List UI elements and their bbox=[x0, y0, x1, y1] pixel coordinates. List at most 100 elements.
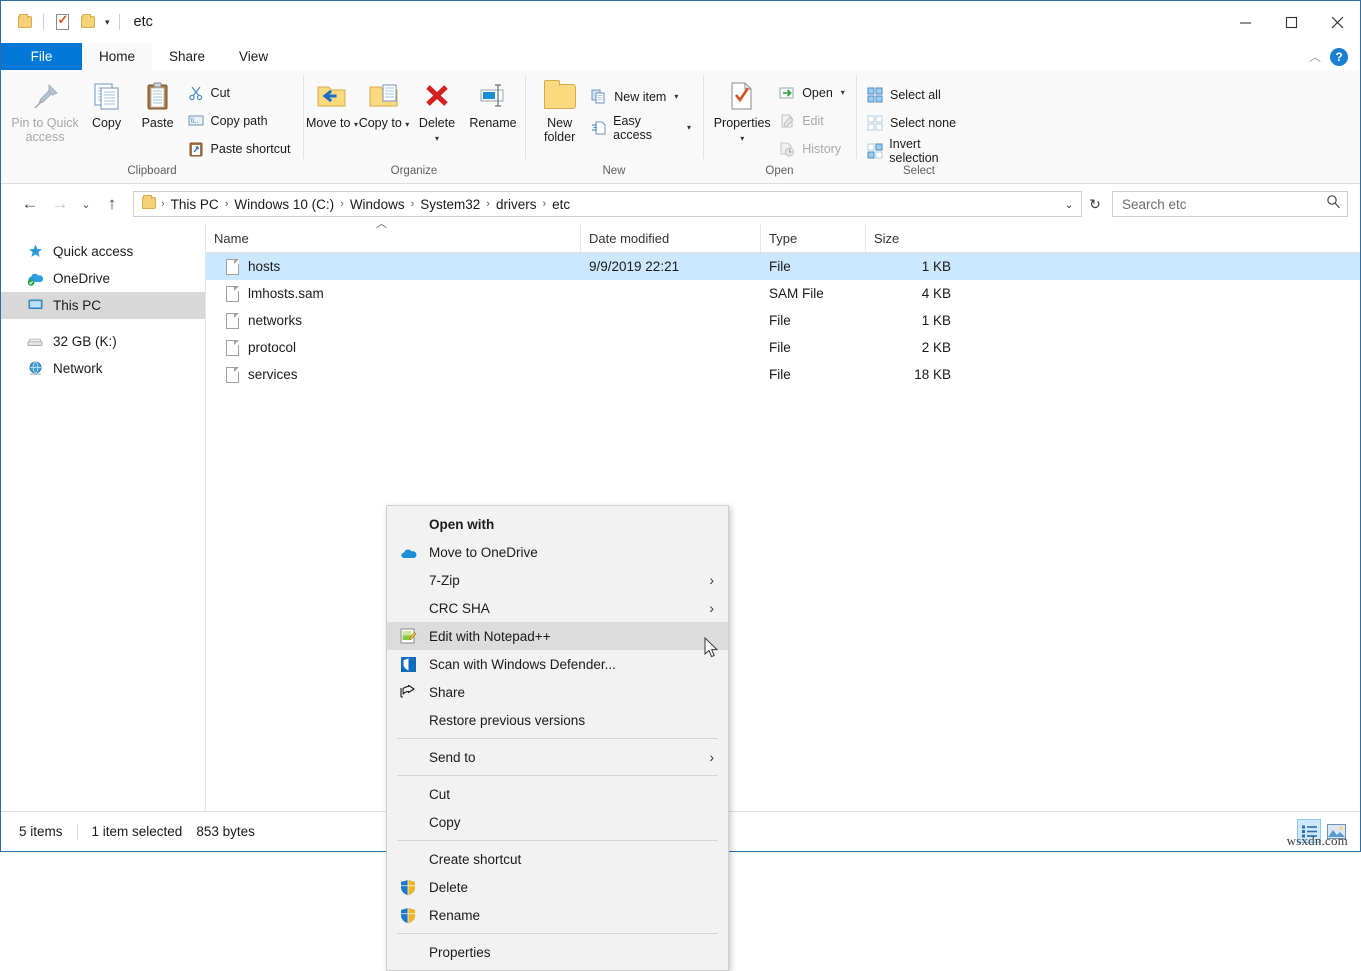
menu-item-crc-sha[interactable]: CRC SHA › bbox=[387, 594, 728, 622]
chevron-down-icon: ▾ bbox=[840, 88, 845, 97]
menu-item-edit-with-notepad-plus-plus[interactable]: Edit with Notepad++ bbox=[387, 622, 728, 650]
file-icon bbox=[226, 285, 239, 302]
move-to-button[interactable]: Move to ▾ bbox=[306, 74, 358, 132]
search-icon[interactable] bbox=[1326, 194, 1341, 214]
forward-arrow-icon[interactable]: → bbox=[45, 190, 75, 218]
delete-button[interactable]: Delete ▾ bbox=[410, 74, 464, 145]
table-row[interactable]: hosts 9/9/2019 22:21 File 1 KB bbox=[206, 253, 1360, 280]
help-icon[interactable]: ? bbox=[1330, 47, 1348, 66]
easy-access-button[interactable]: Easy access ▾ bbox=[587, 113, 696, 142]
properties-icon bbox=[728, 79, 756, 113]
sidebar-item-32-gb-k[interactable]: 32 GB (K:) bbox=[1, 328, 205, 355]
select-all-button[interactable]: Select all bbox=[863, 82, 975, 107]
tab-home[interactable]: Home bbox=[82, 43, 153, 70]
ribbon-group-organize: Move to ▾ Copy to ▾ Delete ▾ Rename Orga… bbox=[303, 70, 525, 183]
column-header-date-modified[interactable]: Date modified bbox=[581, 224, 761, 252]
properties-check-icon[interactable] bbox=[49, 9, 75, 35]
chevron-up-icon[interactable]: ︿ bbox=[1309, 48, 1321, 65]
minimize-button[interactable] bbox=[1222, 1, 1268, 43]
menu-item-copy[interactable]: Copy bbox=[387, 808, 728, 836]
close-button[interactable] bbox=[1314, 1, 1360, 43]
rename-button[interactable]: Rename bbox=[464, 74, 522, 131]
pin-to-quick-access-button[interactable]: Pin to Quick access bbox=[9, 74, 82, 144]
cut-button[interactable]: Cut bbox=[184, 80, 296, 105]
breadcrumb-item-windows[interactable]: Windows bbox=[345, 197, 410, 212]
menu-item-scan-with-windows-defender[interactable]: Scan with Windows Defender... bbox=[387, 650, 728, 678]
menu-item-move-to-onedrive[interactable]: Move to OneDrive bbox=[387, 538, 728, 566]
column-header-size[interactable]: Size bbox=[866, 224, 959, 252]
copy-to-button[interactable]: Copy to ▾ bbox=[358, 74, 410, 132]
sidebar-item-this-pc[interactable]: This PC bbox=[1, 292, 205, 319]
menu-item-open-with[interactable]: Open with bbox=[387, 510, 728, 538]
menu-item-restore-previous-versions[interactable]: Restore previous versions bbox=[387, 706, 728, 734]
breadcrumb-dropdown-icon[interactable]: ⌄ bbox=[1058, 192, 1080, 216]
properties-label: Properties ▾ bbox=[713, 116, 771, 143]
tab-file[interactable]: File bbox=[1, 43, 82, 70]
menu-item-7-zip[interactable]: 7-Zip › bbox=[387, 566, 728, 594]
menu-item-cut[interactable]: Cut bbox=[387, 780, 728, 808]
file-name: hosts bbox=[248, 259, 281, 274]
table-row[interactable]: networks File 1 KB bbox=[206, 307, 1360, 334]
table-row[interactable]: protocol File 2 KB bbox=[206, 334, 1360, 361]
search-input[interactable] bbox=[1122, 196, 1326, 212]
tab-view[interactable]: View bbox=[222, 43, 286, 70]
paste-button[interactable]: Paste bbox=[132, 74, 184, 131]
history-button[interactable]: History bbox=[775, 136, 850, 161]
properties-button[interactable]: Properties ▾ bbox=[709, 74, 775, 145]
submenu-chevron-right-icon: › bbox=[709, 749, 714, 765]
new-item-button[interactable]: New item ▾ bbox=[587, 84, 696, 109]
back-arrow-icon[interactable]: ← bbox=[15, 190, 45, 218]
edit-button[interactable]: Edit bbox=[775, 108, 850, 133]
menu-item-delete[interactable]: Delete bbox=[387, 873, 728, 901]
breadcrumb-item-etc[interactable]: etc bbox=[547, 197, 575, 212]
invert-selection-button[interactable]: Invert selection bbox=[863, 137, 975, 165]
pin-icon bbox=[30, 79, 61, 113]
copy-button[interactable]: Copy bbox=[82, 74, 132, 131]
new-folder-button[interactable]: New folder bbox=[532, 74, 587, 144]
paste-shortcut-button[interactable]: Paste shortcut bbox=[184, 136, 296, 161]
file-name-cell: lmhosts.sam bbox=[206, 285, 581, 302]
edit-label: Edit bbox=[802, 113, 824, 128]
up-arrow-icon[interactable]: ↑ bbox=[97, 190, 127, 218]
maximize-button[interactable] bbox=[1268, 1, 1314, 43]
menu-item-share[interactable]: Share bbox=[387, 678, 728, 706]
new-folder-icon[interactable] bbox=[75, 9, 101, 35]
menu-item-rename[interactable]: Rename bbox=[387, 901, 728, 929]
breadcrumb-item-system32[interactable]: System32 bbox=[415, 197, 485, 212]
column-header-type[interactable]: Type bbox=[761, 224, 866, 252]
menu-item-properties[interactable]: Properties bbox=[387, 938, 728, 966]
breadcrumb-item-windows-10-c[interactable]: Windows 10 (C:) bbox=[229, 197, 339, 212]
no-icon bbox=[397, 747, 419, 767]
file-explorer-window: ▾ etc File Home Share View ︿ ? bbox=[0, 0, 1361, 971]
divider bbox=[76, 823, 78, 840]
mouse-cursor bbox=[704, 636, 720, 665]
breadcrumb-item-drivers[interactable]: drivers bbox=[491, 197, 542, 212]
file-icon bbox=[226, 312, 239, 329]
table-row[interactable]: services File 18 KB bbox=[206, 361, 1360, 388]
open-button[interactable]: Open ▾ bbox=[775, 80, 850, 105]
invert-selection-icon bbox=[866, 142, 883, 160]
breadcrumb-item-this-pc[interactable]: This PC bbox=[166, 197, 224, 212]
sidebar-item-network[interactable]: Network bbox=[1, 355, 205, 382]
search-box[interactable] bbox=[1112, 191, 1348, 217]
recent-locations-chevron-down-icon[interactable]: ⌄ bbox=[75, 190, 97, 218]
divider bbox=[118, 14, 120, 30]
tab-share[interactable]: Share bbox=[152, 43, 223, 70]
system-menu-folder-icon[interactable] bbox=[12, 9, 38, 35]
menu-item-create-shortcut[interactable]: Create shortcut bbox=[387, 845, 728, 873]
sidebar-item-quick-access[interactable]: Quick access bbox=[1, 238, 205, 265]
select-none-button[interactable]: Select none bbox=[863, 110, 975, 135]
column-header-name[interactable]: Name ︿ bbox=[206, 218, 581, 252]
file-icon bbox=[226, 366, 239, 383]
select-all-icon bbox=[866, 86, 884, 104]
menu-item-send-to[interactable]: Send to › bbox=[387, 743, 728, 771]
copy-path-button[interactable]: \\.. Copy path bbox=[184, 108, 296, 133]
refresh-icon[interactable]: ↻ bbox=[1082, 191, 1108, 217]
breadcrumb[interactable]: › This PC › Windows 10 (C:) › Windows › … bbox=[133, 191, 1082, 217]
table-row[interactable]: lmhosts.sam SAM File 4 KB bbox=[206, 280, 1360, 307]
customize-qat-caret-icon[interactable]: ▾ bbox=[101, 17, 114, 28]
sidebar-item-onedrive[interactable]: OneDrive bbox=[1, 265, 205, 292]
item-count: 5 items bbox=[19, 824, 63, 839]
onedrive-cloud-icon bbox=[397, 542, 419, 562]
easy-access-label: Easy access bbox=[613, 113, 653, 142]
